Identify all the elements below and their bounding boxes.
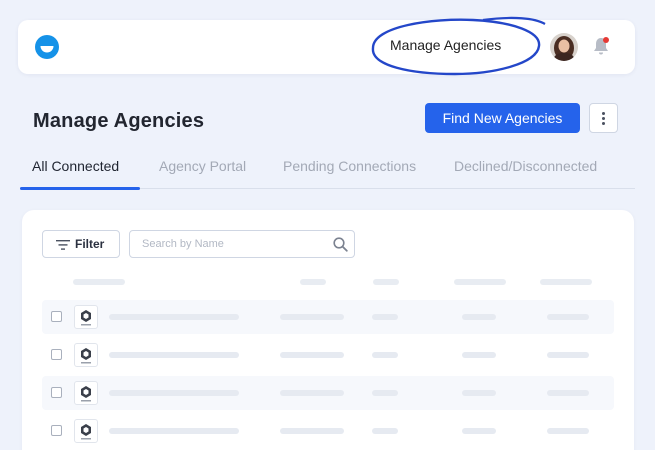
- table-row[interactable]: [42, 300, 614, 334]
- vertical-dots-icon: [602, 112, 605, 115]
- find-new-agencies-button[interactable]: Find New Agencies: [425, 103, 580, 133]
- nav-link-manage-agencies[interactable]: Manage Agencies: [390, 37, 501, 53]
- tab-pending-connections[interactable]: Pending Connections: [283, 158, 416, 174]
- search-input[interactable]: [130, 231, 330, 257]
- tab-agency-portal[interactable]: Agency Portal: [159, 158, 246, 174]
- notification-dot: [603, 37, 609, 43]
- table-row[interactable]: [42, 338, 614, 372]
- row-checkbox[interactable]: [51, 349, 62, 360]
- column-header-placeholder: [373, 279, 399, 285]
- row-checkbox[interactable]: [51, 425, 62, 436]
- active-tab-indicator: [20, 187, 140, 190]
- avatar[interactable]: [550, 33, 578, 61]
- filter-button[interactable]: Filter: [42, 230, 120, 258]
- agency-logo: [74, 419, 98, 443]
- column-header-placeholder: [454, 279, 506, 285]
- agency-logo: [74, 305, 98, 329]
- agencies-table-card: Filter: [22, 210, 634, 450]
- search-box: [129, 230, 355, 258]
- filter-label: Filter: [75, 237, 105, 251]
- filter-icon: [56, 240, 70, 250]
- tab-declined-disconnected[interactable]: Declined/Disconnected: [454, 158, 597, 174]
- page-title: Manage Agencies: [33, 110, 205, 132]
- agency-logo: [74, 343, 98, 367]
- table-row[interactable]: [42, 414, 614, 448]
- logo-icon[interactable]: [35, 35, 59, 59]
- column-header-placeholder: [300, 279, 326, 285]
- tab-bar: All Connected Agency Portal Pending Conn…: [20, 150, 635, 190]
- top-navigation-bar: Manage Agencies: [18, 16, 635, 76]
- row-checkbox[interactable]: [51, 311, 62, 322]
- tab-all-connected[interactable]: All Connected: [32, 158, 119, 174]
- column-header-placeholder: [73, 279, 125, 285]
- row-checkbox[interactable]: [51, 387, 62, 398]
- bell-icon[interactable]: [592, 36, 610, 56]
- more-options-button[interactable]: [589, 103, 618, 133]
- search-icon[interactable]: [333, 237, 348, 252]
- column-header-placeholder: [540, 279, 592, 285]
- agency-logo: [74, 381, 98, 405]
- table-row[interactable]: [42, 376, 614, 410]
